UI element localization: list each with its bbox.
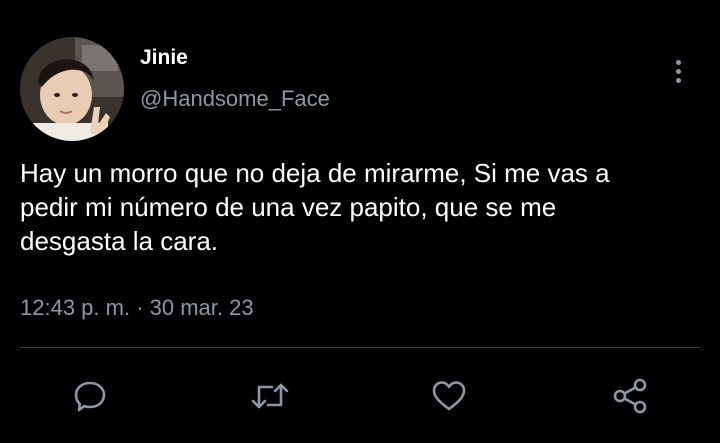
tweet-time: 12:43 p. m. — [20, 295, 131, 320]
avatar-photo — [20, 37, 124, 141]
reply-button[interactable] — [66, 372, 114, 420]
tweet-text-line: Hay un morro que no deja de mirarme, Si … — [20, 158, 610, 188]
more-vertical-icon — [675, 59, 681, 65]
tweet-date: 30 mar. 23 — [149, 295, 254, 320]
avatar[interactable] — [20, 37, 124, 141]
retweet-button[interactable] — [246, 372, 294, 420]
more-options-button[interactable] — [662, 54, 694, 88]
author-handle[interactable]: @Handsome_Face — [140, 84, 330, 114]
tweet-text-line: desgasta la cara. — [20, 226, 219, 256]
retweet-icon — [251, 383, 289, 409]
tweet-timestamp[interactable]: 12:43 p. m. · 30 mar. 23 — [20, 293, 254, 323]
tweet-actions — [0, 372, 720, 420]
share-icon — [613, 378, 647, 414]
meta-separator: · — [130, 295, 150, 320]
reply-icon — [74, 381, 106, 412]
like-button[interactable] — [425, 372, 473, 420]
tweet-text: Hay un morro que no deja de mirarme, Si … — [20, 156, 710, 258]
divider — [20, 347, 700, 348]
tweet-text-line: pedir mi número de una vez papito, que s… — [20, 192, 557, 222]
author-display-name[interactable]: Jinie — [140, 44, 188, 72]
heart-icon — [432, 381, 466, 411]
share-button[interactable] — [606, 372, 654, 420]
tweet: Jinie @Handsome_Face Hay un morro que no… — [0, 0, 720, 443]
